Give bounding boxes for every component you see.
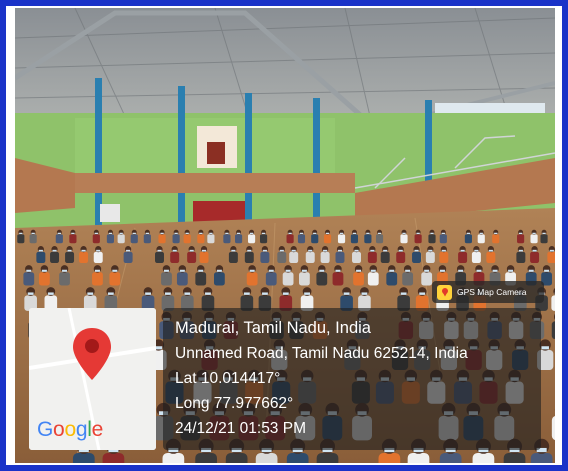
location-address: Unnamed Road, Tamil Nadu 625214, India xyxy=(175,345,468,362)
location-info-panel: Madurai, Tamil Nadu, India Unnamed Road,… xyxy=(163,308,541,450)
timestamp: 24/12/21 01:53 PM xyxy=(175,420,306,437)
location-title: Madurai, Tamil Nadu, India xyxy=(175,319,371,337)
gps-map-camera-badge: GPS Map Camera xyxy=(432,281,544,303)
latitude-readout: Lat 10.014417° xyxy=(175,370,281,387)
map-pin-icon xyxy=(437,284,452,300)
google-logo: Google xyxy=(37,418,103,441)
longitude-readout: Long 77.977662° xyxy=(175,395,294,412)
map-thumbnail: Google xyxy=(29,308,156,450)
badge-label: GPS Map Camera xyxy=(457,287,527,297)
